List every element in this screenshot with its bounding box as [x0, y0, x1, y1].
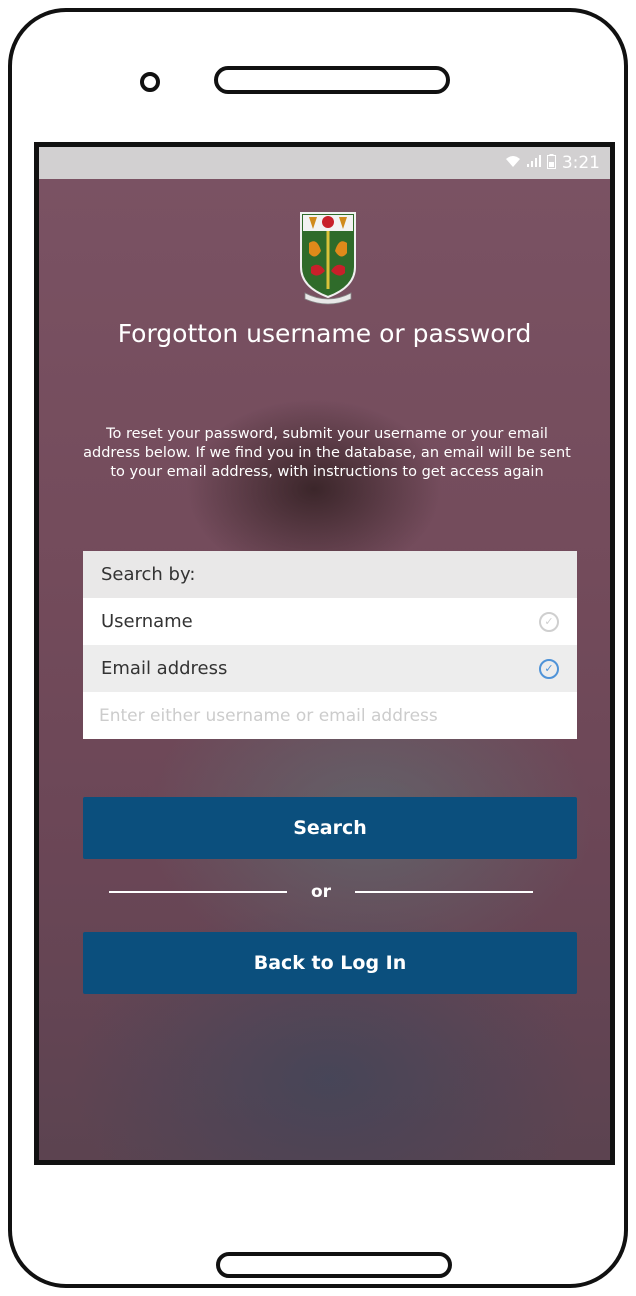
search-input-row [83, 692, 577, 739]
divider-line-left [109, 891, 287, 893]
wifi-icon [505, 155, 521, 172]
signal-icon [526, 155, 541, 171]
speaker-grille [214, 66, 450, 94]
back-to-login-button[interactable]: Back to Log In [83, 932, 577, 994]
divider-line-right [354, 891, 533, 893]
status-time: 3:21 [561, 153, 600, 173]
home-button[interactable] [216, 1252, 452, 1278]
page-title: Forgotton username or password [117, 319, 532, 348]
instructions-text: To reset your password, submit your user… [83, 426, 571, 480]
camera-icon [140, 72, 160, 92]
option-username-label: Username [101, 611, 193, 632]
check-circle-icon[interactable]: ✓ [539, 658, 559, 679]
battery-icon [546, 153, 556, 173]
phone-screen: 3:21 Forgotton username or password To r… [34, 142, 615, 1165]
check-circle-icon[interactable]: ✓ [539, 611, 559, 632]
option-email[interactable]: Email address ✓ [83, 645, 577, 692]
option-email-label: Email address [101, 658, 228, 679]
school-crest-logo [297, 209, 359, 305]
search-input[interactable] [99, 705, 561, 726]
or-divider: or [109, 877, 533, 907]
divider-text: or [310, 882, 332, 902]
search-by-header: Search by: [83, 551, 577, 598]
search-button[interactable]: Search [83, 797, 577, 859]
status-bar: 3:21 [39, 147, 610, 179]
search-by-label: Search by: [101, 564, 196, 585]
search-form: Search by: Username ✓ Email address ✓ [83, 551, 577, 739]
option-username[interactable]: Username ✓ [83, 598, 577, 645]
